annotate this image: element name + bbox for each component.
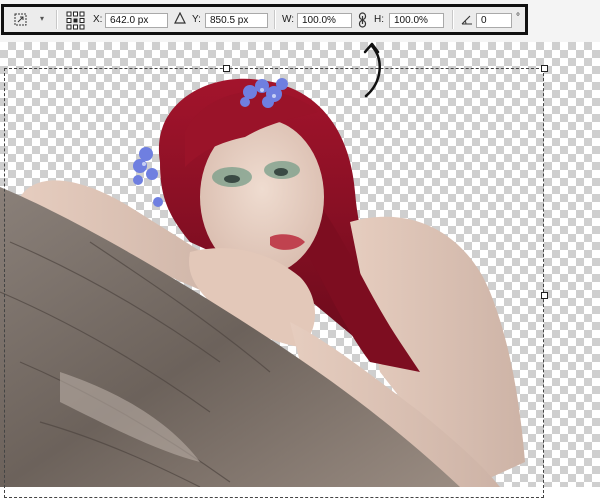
reference-point-grid-icon[interactable] xyxy=(66,11,85,30)
rotation-angle-field[interactable]: 0 xyxy=(476,13,512,28)
relative-position-delta-icon[interactable] xyxy=(174,12,186,24)
curved-arrow-icon xyxy=(363,42,381,98)
x-position-field[interactable]: 642.0 px xyxy=(105,13,168,28)
transform-bounding-box[interactable] xyxy=(4,68,544,498)
height-field[interactable]: 100.0% xyxy=(389,13,444,28)
y-label: Y: xyxy=(192,14,201,25)
link-chain-icon[interactable] xyxy=(358,12,367,28)
tool-preset-dropdown[interactable]: ▾ xyxy=(40,14,44,23)
degree-unit: ° xyxy=(516,12,520,23)
transform-handle-top-right[interactable] xyxy=(541,65,548,72)
height-label: H: xyxy=(374,14,384,25)
toolbar-separator xyxy=(452,10,454,29)
transform-handle-right[interactable] xyxy=(541,292,548,299)
width-field[interactable]: 100.0% xyxy=(297,13,352,28)
width-label: W: xyxy=(282,14,295,25)
options-bar: ▾ X: 642.0 px Y: 850.5 px W: 100.0% H: 1… xyxy=(0,0,600,43)
x-label: X: xyxy=(93,14,103,25)
transform-handle-top[interactable] xyxy=(223,65,230,72)
toolbar-separator xyxy=(56,10,58,29)
rotate-angle-icon xyxy=(461,15,472,25)
toolbar-separator xyxy=(274,10,276,29)
y-position-field[interactable]: 850.5 px xyxy=(205,13,268,28)
free-transform-icon[interactable] xyxy=(13,12,28,27)
